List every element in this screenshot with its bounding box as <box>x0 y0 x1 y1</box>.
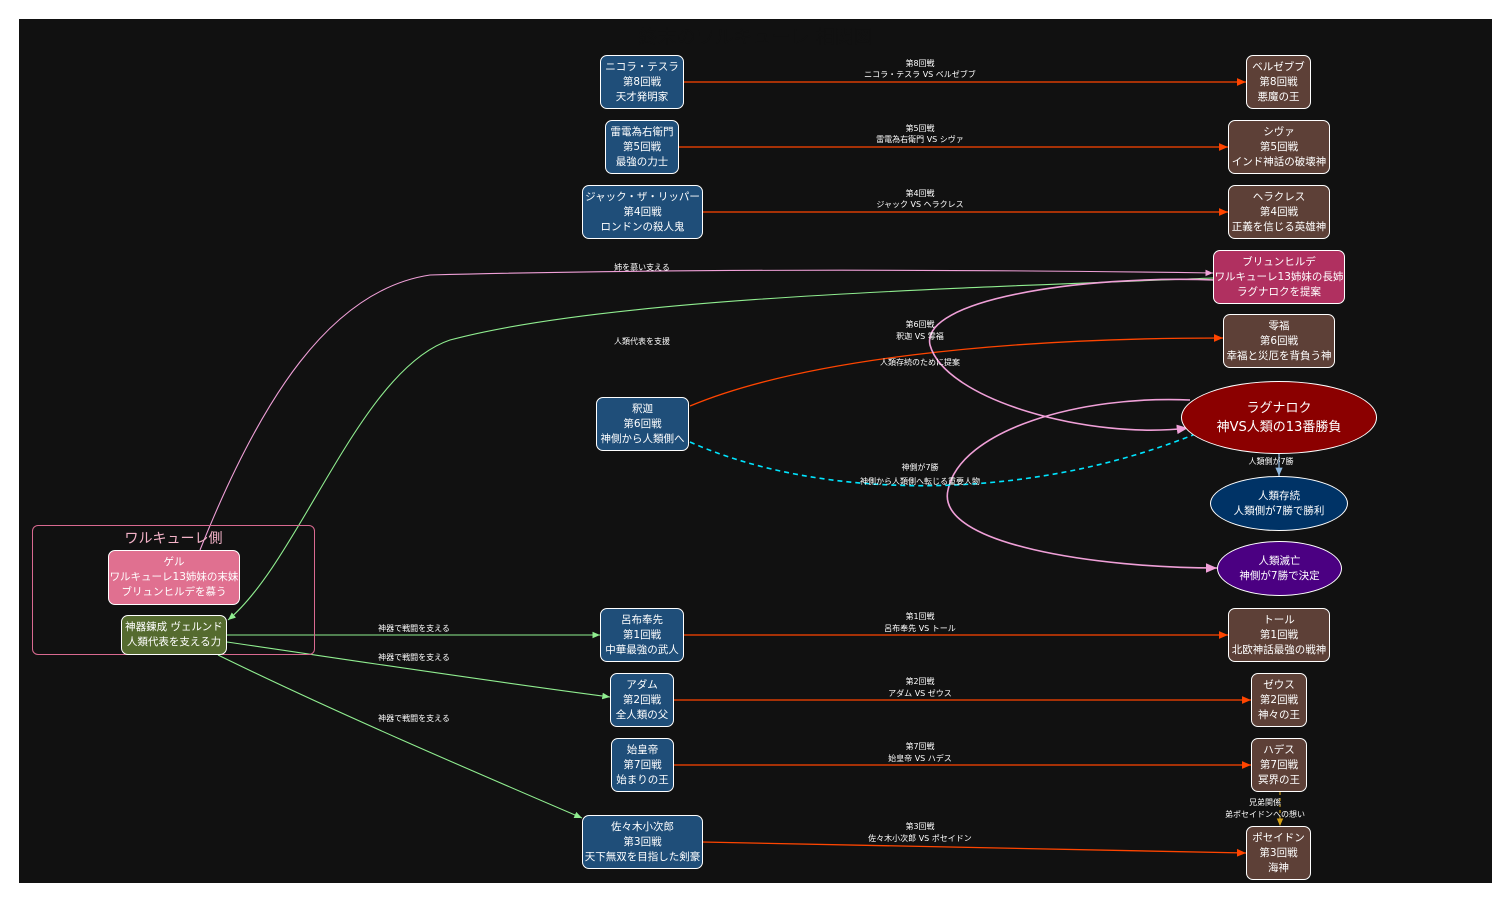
edge-label-8-round: 第8回戦 <box>905 58 934 68</box>
edge-label-2-round: 第2回戦 <box>905 676 934 686</box>
node-tesla[interactable]: ニコラ・テスラ 第8回戦 天才発明家 <box>600 55 684 109</box>
edge-label-6-match: 釈迦 VS 零福 <box>896 331 944 341</box>
node-adam[interactable]: アダム 第2回戦 全人類の父 <box>610 673 674 727</box>
edge-label-7-match: 始皇帝 VS ハデス <box>888 753 952 763</box>
node-brunhilde[interactable]: ブリュンヒルデ ワルキューレ13姉妹の長姉 ラグナロクを提案 <box>1213 250 1345 304</box>
edge-label-volund-adam: 神器で戦闘を支える <box>378 652 450 662</box>
edge-label-volund-lubu: 神器で戦闘を支える <box>378 623 450 633</box>
node-buddha[interactable]: 釈迦 第6回戦 神側から人類側へ <box>596 397 689 451</box>
edge-label-3-match: 佐々木小次郎 VS ポセイドン <box>868 833 972 843</box>
edge-label-4-round: 第4回戦 <box>905 188 934 198</box>
node-lubu[interactable]: 呂布奉先 第1回戦 中華最強の武人 <box>600 608 684 662</box>
node-raiden[interactable]: 雷電為右衛門 第5回戦 最強の力士 <box>605 120 679 174</box>
edge-label-volund-kojiro: 神器で戦闘を支える <box>378 713 450 723</box>
edge-label-geir-brunhilde: 姉を慕い支える <box>614 262 670 272</box>
node-volund[interactable]: 神器錬成 ヴェルンド 人類代表を支える力 <box>121 615 227 655</box>
node-thor[interactable]: トール 第1回戦 北欧神話最強の戦神 <box>1228 608 1330 662</box>
edge-label-buddha-role: 神側から人類側へ転じる重要人物 <box>860 476 980 486</box>
edge-label-8-match: ニコラ・テスラ VS ベルゼブブ <box>864 69 976 79</box>
edge-label-1-match: 呂布奉先 VS トール <box>884 623 956 633</box>
node-kojiro[interactable]: 佐々木小次郎 第3回戦 天下無双を目指した剣豪 <box>582 815 703 869</box>
edge-label-brunhilde-ragnarok: 人類存続のために提案 <box>880 357 960 367</box>
edge-label-ragnarok-survival: 人類側が7勝 <box>1248 456 1293 466</box>
node-heracles[interactable]: ヘラクレス 第4回戦 正義を信じる英雄神 <box>1228 185 1330 239</box>
node-jack[interactable]: ジャック・ザ・リッパー 第4回戦 ロンドンの殺人鬼 <box>582 185 703 239</box>
edge-label-3-round: 第3回戦 <box>905 821 934 831</box>
node-humanity-survival[interactable]: 人類存続 人類側が7勝で勝利 <box>1210 476 1348 531</box>
edge-volund-kojiro <box>217 654 583 819</box>
edge-label-buddha-wins: 神側が7勝 <box>901 462 938 472</box>
edge-battle-6 <box>689 334 1224 407</box>
edge-battle-3 <box>701 841 1247 857</box>
valkyrie-cluster-label: ワルキューレ側 <box>124 531 223 547</box>
edge-label-6-round: 第6回戦 <box>905 319 934 329</box>
node-ragnarok[interactable]: ラグナロク 神VS人類の13番勝負 <box>1181 381 1377 454</box>
node-beelzebub[interactable]: ベルゼブブ 第8回戦 悪魔の王 <box>1246 55 1311 109</box>
edge-label-hades-poseidon-relation: 兄弟関係 <box>1249 797 1281 807</box>
edge-label-4-match: ジャック VS ヘラクレス <box>876 200 963 209</box>
edge-geir-brunhilde <box>199 269 1214 551</box>
edge-brunhilde-volund <box>227 277 1214 621</box>
edge-label-5-match: 雷電為右衛門 VS シヴァ <box>876 134 964 144</box>
edge-label-hades-poseidon-feeling: 弟ポセイドンへの想い <box>1225 809 1305 819</box>
node-zerofuku[interactable]: 零福 第6回戦 幸福と災厄を背負う神 <box>1223 314 1335 368</box>
node-poseidon[interactable]: ポセイドン 第3回戦 海神 <box>1246 826 1311 880</box>
edge-label-7-round: 第7回戦 <box>905 741 934 751</box>
edge-label-2-match: アダム VS ゼウス <box>888 688 952 698</box>
node-shiva[interactable]: シヴァ 第5回戦 インド神話の破壊神 <box>1228 120 1330 174</box>
edge-brunhilde-ragnarok <box>929 278 1216 435</box>
edge-label-1-round: 第1回戦 <box>905 611 934 621</box>
edge-label-brunhilde-volund: 人類代表を支援 <box>614 336 670 346</box>
node-hades[interactable]: ハデス 第7回戦 冥界の王 <box>1251 738 1307 792</box>
node-qin-shi-huang[interactable]: 始皇帝 第7回戦 始まりの王 <box>611 738 674 792</box>
node-geir[interactable]: ゲル ワルキューレ13姉妹の末妹 ブリュンヒルデを慕う <box>108 550 240 605</box>
node-humanity-extinction[interactable]: 人類滅亡 神側が7勝で決定 <box>1217 541 1342 596</box>
edge-label-5-round: 第5回戦 <box>905 123 934 133</box>
node-zeus[interactable]: ゼウス 第2回戦 神々の王 <box>1251 673 1307 727</box>
